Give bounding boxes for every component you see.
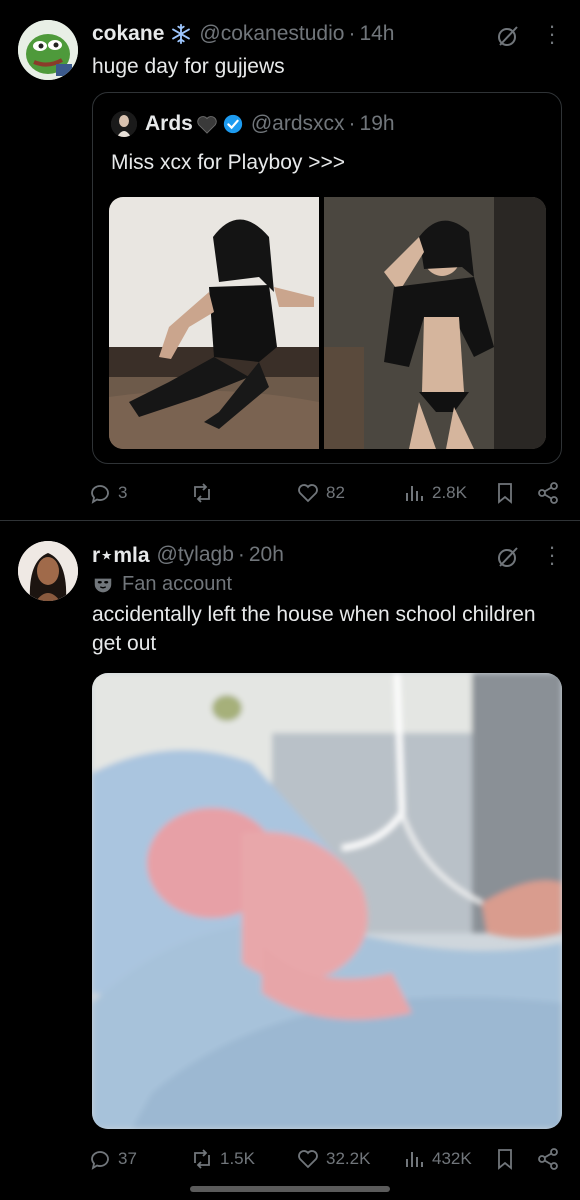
quoted-tweet[interactable]: Ards @ardsxcx · 19h Miss xcx for Playboy…	[92, 92, 562, 464]
tweet-image[interactable]	[92, 673, 562, 1129]
bookmark-icon	[498, 1149, 512, 1170]
repost-icon	[194, 483, 210, 503]
home-indicator[interactable]	[190, 1186, 390, 1192]
like-count: 82	[326, 483, 345, 502]
separator-dot: ·	[237, 543, 245, 566]
tweet-text: huge day for gujjews	[92, 55, 285, 78]
repost-button[interactable]	[190, 478, 220, 508]
avatar[interactable]	[18, 20, 78, 80]
heart-icon	[298, 1150, 318, 1169]
heart-icon	[298, 484, 318, 503]
reply-count: 3	[118, 483, 128, 502]
reply-button[interactable]: 3	[88, 478, 127, 508]
share-button[interactable]	[536, 478, 560, 508]
views-button[interactable]: 2.8K	[402, 478, 467, 508]
like-button[interactable]: 32.2K	[296, 1144, 370, 1174]
handle[interactable]: @cokanestudio	[199, 22, 344, 46]
quote-timestamp[interactable]: 19h	[360, 112, 395, 136]
separator-dot: ·	[348, 112, 356, 135]
avatar[interactable]	[18, 541, 78, 601]
more-options-icon[interactable]: · · ·	[542, 536, 562, 574]
action-bar: 37 1.5K 32.2K 432K	[88, 1144, 564, 1174]
separator-dot: ·	[348, 22, 356, 45]
timestamp[interactable]: 20h	[249, 543, 284, 567]
action-bar: 3 82 2.8K	[88, 478, 564, 508]
display-name[interactable]: cokane	[92, 22, 164, 46]
display-name[interactable]: r⋆mla	[92, 543, 150, 568]
bookmark-button[interactable]	[493, 1144, 517, 1174]
snowflake-icon	[172, 23, 191, 45]
more-options-icon[interactable]: · · ·	[542, 15, 562, 53]
views-count: 432K	[432, 1149, 472, 1168]
quote-handle[interactable]: @ardsxcx	[251, 112, 345, 136]
views-button[interactable]: 432K	[402, 1144, 472, 1174]
grok-icon[interactable]	[496, 545, 520, 569]
reply-icon	[91, 485, 109, 504]
tweet-text: accidentally left the house when school …	[92, 603, 536, 655]
tweet-header: cokane @cokanestudio · 14h	[92, 20, 510, 48]
bookmark-icon	[498, 483, 512, 504]
black-heart-icon	[197, 116, 217, 134]
repost-button[interactable]: 1.5K	[190, 1144, 255, 1174]
reply-count: 37	[118, 1149, 137, 1168]
bookmark-button[interactable]	[493, 478, 517, 508]
fan-account-text: Fan account	[122, 573, 233, 595]
quote-display-name[interactable]: Ards	[145, 112, 193, 136]
grok-icon[interactable]	[496, 24, 520, 48]
like-button[interactable]: 82	[296, 478, 345, 508]
views-icon	[406, 1152, 423, 1167]
views-icon	[406, 486, 423, 501]
verified-badge-icon	[223, 114, 243, 134]
share-icon	[538, 1148, 558, 1170]
share-button[interactable]	[536, 1144, 560, 1174]
repost-icon	[194, 1149, 210, 1169]
quote-image-2[interactable]	[324, 197, 546, 449]
handle[interactable]: @tylagb	[157, 543, 234, 567]
reply-button[interactable]: 37	[88, 1144, 137, 1174]
reply-icon	[91, 1151, 109, 1170]
fan-account-label: Fan account	[92, 573, 232, 596]
quote-image-1[interactable]	[109, 197, 319, 449]
tweet-cokane[interactable]: cokane @cokanestudio · 14h · · · huge day …	[0, 0, 580, 520]
views-count: 2.8K	[432, 483, 467, 502]
repost-count: 1.5K	[220, 1149, 255, 1168]
share-icon	[538, 482, 558, 504]
mask-icon	[94, 578, 112, 592]
quote-text: Miss xcx for Playboy >>>	[111, 151, 346, 174]
quote-avatar	[111, 111, 137, 137]
timestamp[interactable]: 14h	[359, 22, 394, 46]
quote-header: Ards @ardsxcx · 19h	[111, 109, 395, 139]
like-count: 32.2K	[326, 1149, 371, 1168]
tweet-header: r⋆mla @tylagb · 20h	[92, 541, 510, 569]
